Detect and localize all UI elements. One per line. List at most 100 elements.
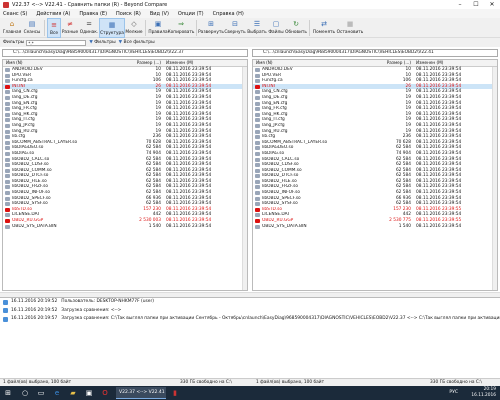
close-button[interactable]: ✕ [484,0,500,9]
col-size-header[interactable]: Размер (...) [383,60,413,66]
toolbar-button-label: Структура [100,31,124,36]
opera-icon[interactable]: O [100,388,110,398]
col-name-header[interactable]: Имя (N) [3,60,133,66]
right-path-field[interactable]: C:\...\cnlaunch\EasyDiag\968590004317\DI… [252,49,498,57]
menu-item[interactable]: Вид (V) [150,11,169,17]
toolbar-button-label: Свернуть [224,30,246,35]
file-name: lang_JP.cfg [262,122,285,128]
menu-item[interactable]: Действия (A) [36,11,70,17]
toolbar-button-label: Файлы [268,30,284,35]
minimize-button[interactable]: – [452,0,468,9]
maximize-button[interactable]: ☐ [468,0,484,9]
swap-icon: ⇄ [321,20,327,28]
col-date-header[interactable]: Изменен (M) [163,60,207,66]
search-icon[interactable]: ○ [20,388,30,398]
store-icon[interactable]: ▣ [84,388,94,398]
toolbar-button-label: Разные [61,30,79,35]
task-view-icon[interactable]: ▭ [36,388,46,398]
language-indicator[interactable]: РУС [449,387,458,399]
collapse-icon: ⊟ [232,20,238,28]
toolbar-button-diffs[interactable]: ≠ Разные [61,18,79,38]
file-icon [5,168,10,173]
toolbar-button-minor[interactable]: ◇ Мелкие [125,18,143,38]
peek-filters-button[interactable]: ▼ Все фильтры [119,40,155,45]
col-name-header[interactable]: Имя (N) [253,60,383,66]
file-name: OBD2_RU.GGP [262,218,294,224]
file-name: lang_EN.cfg [12,100,38,106]
menu-item[interactable]: Поиск (R) [116,11,141,17]
file-date: 08.11.2016 23:39:54 [166,223,212,229]
info-icon [3,299,8,305]
explorer-icon[interactable]: ▰ [68,388,78,398]
log-time: 16.11.2016 20:19:52 [11,307,58,313]
clock[interactable]: 20:19 16.11.2016 [471,387,496,399]
log-entry: 16.11.2016 20:19:57 Загрузка сравнения: C… [0,315,500,324]
file-icon [255,146,260,151]
toolbar-button-same[interactable]: = Одинак. [79,18,99,38]
file-name: libOBD2_CDSF.so [262,162,299,168]
col-size-header[interactable]: Размер (...) [133,60,163,66]
toolbar-button-select[interactable]: ☰ Выбрать [247,18,267,38]
col-date-header[interactable]: Изменен (M) [413,60,457,66]
toolbar-button-refresh[interactable]: ↻ Обновить [285,18,307,38]
right-scrollbar[interactable] [492,67,497,290]
toolbar-button-all[interactable]: ≡ Все [47,18,61,38]
toolbar-button-structure[interactable]: ▦ Структура [99,18,125,38]
file-row[interactable]: OBD2_SYS_DATA.BIN 1 540 08.11.2016 23:39:5… [3,224,247,230]
file-icon [255,185,260,190]
toolbar-button-home[interactable]: ⌂ Главная [2,18,22,38]
log-text: Загрузка сравнения: C:\Так выглял папки … [61,316,500,321]
right-file-pane[interactable]: Имя (N) Размер (...) Изменен (M) ANDROID… [252,59,498,291]
taskbar-app-extra-icon[interactable]: ▮ [170,388,180,398]
file-name: libOBD2_INFOF.so [262,190,300,196]
file-icon [5,191,10,196]
same-icon: = [86,20,92,28]
toolbar-button-rules[interactable]: ▣ Правила [148,18,168,38]
left-path-field[interactable]: C:\...\cnlaunch\EasyDiag\968590004317\DI… [2,49,248,57]
status-bar: 1 файл(ов) выбрано, 100 байт 330 ГБ своб… [0,378,500,386]
file-name: libOBD2_CALC.so [12,156,50,162]
file-row[interactable]: OBD2_SYS_DATA.BIN 1 540 08.11.2016 23:39:5… [253,224,497,230]
peek-filters-label: Все фильтры [123,40,155,45]
menu-item[interactable]: Правка (E) [79,11,107,17]
file-icon [5,129,10,134]
log-entry: 16.11.2016 20:19:52 Пользователь: DESKTOP… [0,298,500,307]
file-name: lang_DE.cfg [262,94,288,100]
toolbar-button-files[interactable]: ▢ Файлы [267,18,285,38]
files-icon: ▢ [272,20,280,28]
toolbar-button-expand[interactable]: ⊞ Развернуть [198,18,224,38]
left-file-pane[interactable]: Имя (N) Размер (...) Изменен (M) ANDROID… [2,59,248,291]
menu-bar: Сеанс (S) Действия (A) Правка (E) Поиск (R)… [0,9,500,18]
file-name: lang_IT.cfg [262,117,285,123]
filters-button[interactable]: ▼ Фильтры [89,40,115,45]
file-name: libSTD.so [262,206,283,212]
toolbar-button-label: Поменять [312,30,336,35]
browser-icon[interactable]: e [52,388,62,398]
left-path-text: C:\...\cnlaunch\EasyDiag\968590004317\DI… [13,50,184,55]
file-name: lang_JP.cfg [12,122,35,128]
left-scrollbar[interactable] [242,67,247,290]
file-icon [255,196,260,201]
right-file-list: ANDROID.DEV 10 08.11.2016 23:39:54 DPU.VER 1… [253,67,497,229]
toolbar-button-sessions[interactable]: ▤ Сеансы [22,18,42,38]
taskbar-app-beyond-compare[interactable]: V22.37 <--> V22.41 [116,387,166,399]
toolbar-button-label: Обновить [285,30,307,35]
toolbar-separator [44,20,45,36]
left-file-list: ANDROID.DEV 10 08.11.2016 23:39:54 DPU.VER 1… [3,67,247,229]
menu-item[interactable]: Сеанс (S) [3,11,27,17]
filter-input[interactable]: *.* [26,39,87,46]
toolbar-button-copy[interactable]: ⇒ Копировать [168,18,195,38]
file-name: lib.cfg [12,134,26,140]
start-button[interactable]: ⊞ [3,388,13,398]
toolbar-button-swap[interactable]: ⇄ Поменять [312,18,336,38]
file-icon [5,68,10,72]
file-icon [5,185,10,190]
menu-item[interactable]: Опции (T) [178,11,204,17]
file-icon [5,213,10,218]
expand-icon: ⊞ [208,20,214,28]
file-name: libSTD.so [12,206,33,212]
toolbar-button-stop[interactable]: ■ Остановить [336,18,364,38]
info-icon [3,316,8,322]
toolbar-button-collapse[interactable]: ⊟ Свернуть [223,18,247,38]
menu-item[interactable]: Справка (H) [213,11,244,17]
